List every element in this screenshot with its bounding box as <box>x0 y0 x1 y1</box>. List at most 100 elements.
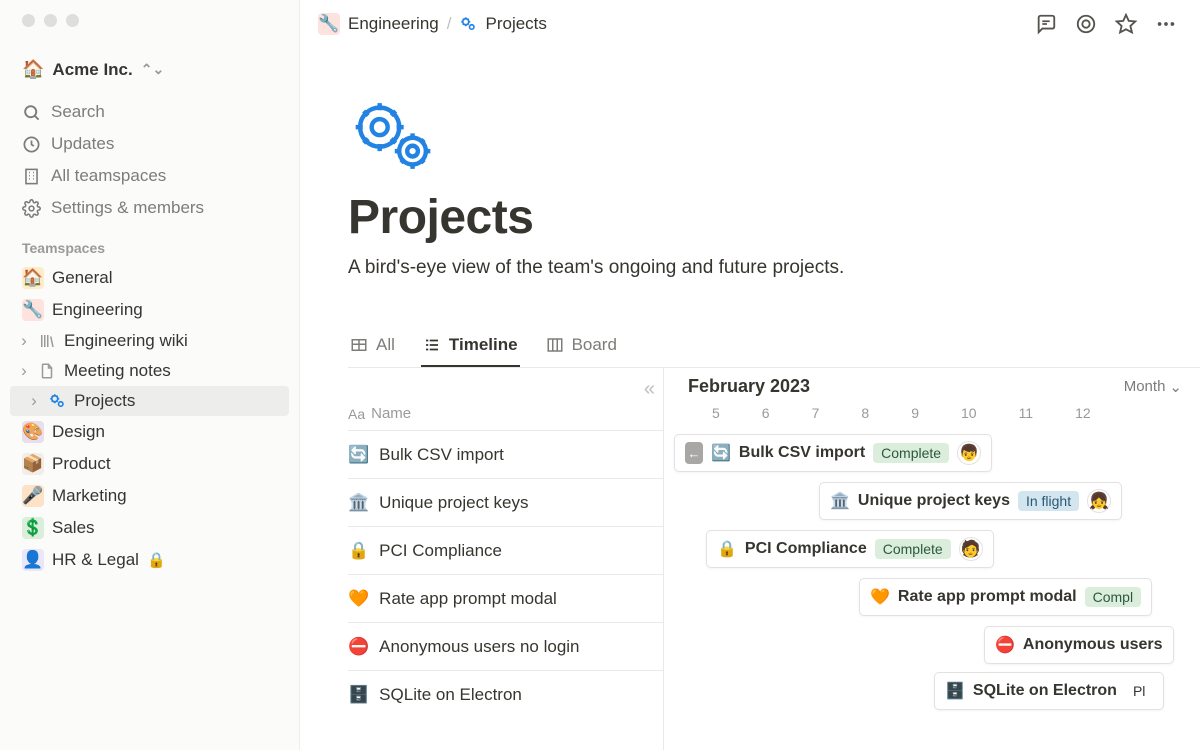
timeline-scale-selector[interactable]: Month ⌄ <box>1124 378 1182 396</box>
teamspace-general[interactable]: 🏠 General <box>0 262 299 294</box>
collapse-button[interactable]: « <box>644 378 655 401</box>
page-subtitle[interactable]: A bird's-eye view of the team's ongoing … <box>348 257 908 279</box>
more-button[interactable] <box>1150 8 1182 40</box>
box-icon: 📦 <box>22 453 44 475</box>
clock-icon <box>22 135 41 154</box>
status-badge: Complete <box>875 539 951 559</box>
teamspace-general-label: General <box>52 268 112 288</box>
table-icon <box>350 336 368 354</box>
gears-icon <box>459 15 477 33</box>
page-projects-label: Projects <box>74 391 135 411</box>
teamspace-hr-legal[interactable]: 👤 HR & Legal 🔒 <box>0 544 299 576</box>
window-zoom-icon[interactable] <box>66 14 79 27</box>
avatar: 👦 <box>957 441 981 465</box>
avatar: 👧 <box>1087 489 1111 513</box>
timeline-name-row[interactable]: 🔄Bulk CSV import <box>348 430 663 478</box>
page-title[interactable]: Projects <box>348 190 908 245</box>
workspace-name: Acme Inc. <box>52 60 132 80</box>
chevron-right-icon[interactable]: › <box>18 331 30 351</box>
teamspace-marketing-label: Marketing <box>52 486 127 506</box>
updates-button[interactable] <box>1070 8 1102 40</box>
window-close-icon[interactable] <box>22 14 35 27</box>
page-engineering-wiki[interactable]: › Engineering wiki <box>0 326 299 356</box>
page-hero-icon[interactable] <box>348 96 908 176</box>
teamspace-design[interactable]: 🎨 Design <box>0 416 299 448</box>
row-name: Anonymous users no login <box>379 637 579 657</box>
bar-icon: 🗄️ <box>945 681 965 701</box>
timeline-name-row[interactable]: 🔒PCI Compliance <box>348 526 663 574</box>
teamspace-sales[interactable]: 💲 Sales <box>0 512 299 544</box>
timeline-bar[interactable]: 🏛️Unique project keysIn flight👧 <box>819 482 1122 520</box>
timeline-bar[interactable]: ⛔ Anonymous users <box>984 626 1174 664</box>
status-badge: Complete <box>873 443 949 463</box>
info-icon <box>1075 13 1097 35</box>
timeline-name-row[interactable]: 🏛️Unique project keys <box>348 478 663 526</box>
row-name: Rate app prompt modal <box>379 589 557 609</box>
status-badge: Compl <box>1085 587 1141 607</box>
view-tab-board[interactable]: Board <box>544 327 619 367</box>
document-icon <box>38 362 56 380</box>
timeline-name-row[interactable]: ⛔Anonymous users no login <box>348 622 663 670</box>
lock-icon: 🔒 <box>147 551 166 569</box>
workspace-switcher[interactable]: 🏠 Acme Inc. ⌃⌄ <box>0 55 299 84</box>
timeline-bar[interactable]: 🗄️SQLite on ElectronPl <box>934 672 1164 710</box>
sidebar-updates-label: Updates <box>51 134 114 154</box>
teamspace-engineering[interactable]: 🔧 Engineering <box>0 294 299 326</box>
bar-icon: 🏛️ <box>830 491 850 511</box>
sidebar-updates[interactable]: Updates <box>0 128 299 160</box>
chevron-right-icon[interactable]: › <box>28 391 40 411</box>
teamspace-marketing[interactable]: 🎤 Marketing <box>0 480 299 512</box>
home-icon: 🏠 <box>22 267 44 289</box>
row-name: Unique project keys <box>379 493 528 513</box>
timeline-month-label: February 2023 <box>688 376 810 397</box>
timeline-day: 9 <box>911 405 919 421</box>
main: 🔧 Engineering / Projects <box>300 0 1200 750</box>
timeline-bar[interactable]: ←🔄Bulk CSV importComplete👦 <box>674 434 992 472</box>
timeline-day: 6 <box>762 405 770 421</box>
person-icon: 👤 <box>22 549 44 571</box>
comments-button[interactable] <box>1030 8 1062 40</box>
breadcrumb-parent[interactable]: Engineering <box>348 14 439 34</box>
teamspace-product[interactable]: 📦 Product <box>0 448 299 480</box>
chevron-right-icon[interactable]: › <box>18 361 30 381</box>
row-name: SQLite on Electron <box>379 685 522 705</box>
gears-icon <box>348 96 438 176</box>
topbar: 🔧 Engineering / Projects <box>300 0 1200 48</box>
breadcrumb-current[interactable]: Projects <box>485 14 546 34</box>
timeline-day: 10 <box>961 405 977 421</box>
timeline-days: 56789101112 <box>688 405 1182 421</box>
view-tab-all[interactable]: All <box>348 327 397 367</box>
wrench-icon: 🔧 <box>22 299 44 321</box>
timeline-day: 7 <box>812 405 820 421</box>
bar-icon: ⛔ <box>995 635 1015 655</box>
favorite-button[interactable] <box>1110 8 1142 40</box>
star-icon <box>1115 13 1137 35</box>
page-engineering-wiki-label: Engineering wiki <box>64 331 188 351</box>
view-tab-timeline[interactable]: Timeline <box>421 327 520 367</box>
page-meeting-notes[interactable]: › Meeting notes <box>0 356 299 386</box>
page-projects[interactable]: › Projects <box>10 386 289 416</box>
timeline-name-row[interactable]: 🧡Rate app prompt modal <box>348 574 663 622</box>
gears-icon <box>48 392 66 410</box>
teamspace-product-label: Product <box>52 454 111 474</box>
bar-handle-icon[interactable]: ← <box>685 442 703 464</box>
sidebar-settings[interactable]: Settings & members <box>0 192 299 224</box>
sidebar-settings-label: Settings & members <box>51 198 204 218</box>
timeline-name-row[interactable]: 🗄️SQLite on Electron <box>348 670 663 718</box>
timeline-grid[interactable]: February 2023 Month ⌄ 56789101112 ←🔄Bulk… <box>664 368 1200 750</box>
sidebar-all-teamspaces[interactable]: All teamspaces <box>0 160 299 192</box>
bar-name: Anonymous users <box>1023 636 1163 654</box>
sidebar-all-teamspaces-label: All teamspaces <box>51 166 166 186</box>
window-controls <box>0 14 299 27</box>
window-minimize-icon[interactable] <box>44 14 57 27</box>
row-name: Bulk CSV import <box>379 445 504 465</box>
sidebar-search[interactable]: Search <box>0 96 299 128</box>
timeline-bar[interactable]: 🔒PCI ComplianceComplete🧑 <box>706 530 994 568</box>
timeline-bar[interactable]: 🧡Rate app prompt modalCompl <box>859 578 1152 616</box>
status-badge: In flight <box>1018 491 1079 511</box>
dots-icon <box>1155 13 1177 35</box>
palette-icon: 🎨 <box>22 421 44 443</box>
page-content: Projects A bird's-eye view of the team's… <box>300 48 1200 750</box>
wrench-icon: 🔧 <box>318 13 340 35</box>
timeline-day: 11 <box>1019 405 1034 421</box>
